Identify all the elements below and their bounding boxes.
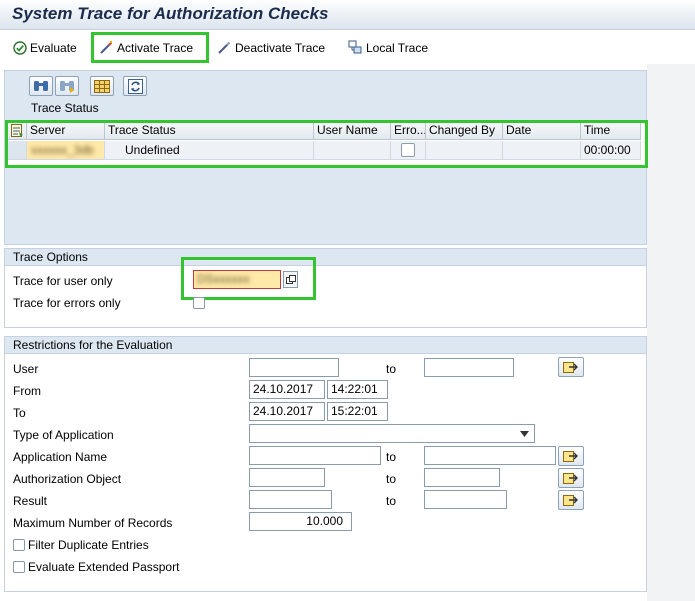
application-name-to-label: to <box>386 450 397 464</box>
result-from-input[interactable] <box>249 490 332 509</box>
from-time-input[interactable]: 14:22:01 <box>327 380 388 399</box>
type-of-application-label: Type of Application <box>13 428 114 442</box>
evaluate-button[interactable]: Evaluate <box>8 35 82 60</box>
trace-errors-only-label: Trace for errors only <box>13 296 121 310</box>
trace-errors-only-checkbox[interactable] <box>193 297 205 309</box>
application-name-label: Application Name <box>13 450 108 464</box>
refresh-button[interactable] <box>123 76 147 96</box>
authorization-object-label: Authorization Object <box>13 472 122 486</box>
chevron-down-icon <box>520 431 529 437</box>
from-date-input[interactable]: 24.10.2017 <box>249 380 325 399</box>
magic-wand-icon <box>100 40 113 54</box>
user-to-label: to <box>386 362 397 376</box>
authorization-object-to-label: to <box>386 472 397 486</box>
application-name-from-input[interactable] <box>249 446 381 465</box>
wand-off-icon <box>218 41 231 54</box>
activate-trace-label: Activate Trace <box>117 40 194 55</box>
find-next-button[interactable] <box>55 76 79 96</box>
arrow-right-icon <box>563 362 578 373</box>
layout-button[interactable] <box>90 76 114 96</box>
to-date-input[interactable]: 24.10.2017 <box>249 402 325 421</box>
user-to-input[interactable] <box>424 358 514 377</box>
restrictions-title: Restrictions for the Evaluation <box>5 337 646 354</box>
table-layout-icon <box>94 79 110 93</box>
application-name-multiple-selection-button[interactable] <box>558 446 584 466</box>
application-name-to-input[interactable] <box>424 446 556 465</box>
authorization-object-from-input[interactable] <box>249 468 325 487</box>
user-from-input[interactable] <box>249 358 339 377</box>
user-label: User <box>13 362 39 376</box>
max-records-input[interactable]: 10.000 <box>249 512 352 531</box>
page-title: System Trace for Authorization Checks <box>12 4 329 23</box>
authorization-object-to-input[interactable] <box>424 468 500 487</box>
binoculars-icon <box>34 81 48 91</box>
user-field-highlight <box>181 257 316 300</box>
local-trace-button[interactable]: Local Trace <box>343 35 433 60</box>
from-label: From <box>13 384 41 398</box>
arrow-right-icon <box>563 495 578 506</box>
trace-user-only-label: Trace for user only <box>13 274 113 288</box>
filter-duplicate-label: Filter Duplicate Entries <box>28 538 149 552</box>
binoculars-next-icon <box>60 81 74 93</box>
filter-duplicate-checkbox[interactable] <box>13 539 25 551</box>
to-time-input[interactable]: 15:22:01 <box>327 402 388 421</box>
result-label: Result <box>13 494 48 508</box>
user-multiple-selection-button[interactable] <box>558 357 584 377</box>
grid-highlight <box>5 120 648 168</box>
refresh-icon <box>127 78 143 94</box>
local-trace-icon <box>348 40 362 54</box>
deactivate-trace-label: Deactivate Trace <box>235 40 326 55</box>
result-multiple-selection-button[interactable] <box>558 490 584 510</box>
max-records-label: Maximum Number of Records <box>13 516 173 530</box>
local-trace-label: Local Trace <box>366 40 429 55</box>
evaluate-extended-passport-label: Evaluate Extended Passport <box>28 560 180 574</box>
activate-trace-button[interactable]: Activate Trace <box>91 32 209 63</box>
arrow-right-icon <box>563 473 578 484</box>
find-button[interactable] <box>29 76 53 96</box>
trace-options-title: Trace Options <box>5 249 646 266</box>
arrow-right-icon <box>563 451 578 462</box>
evaluate-extended-passport-checkbox[interactable] <box>13 561 25 573</box>
result-to-input[interactable] <box>424 490 507 509</box>
trace-options-section: Trace Options <box>4 248 647 328</box>
to-label: To <box>13 406 26 420</box>
evaluate-label: Evaluate <box>30 40 77 55</box>
trace-status-title: Trace Status <box>31 101 99 115</box>
type-of-application-select[interactable] <box>249 424 535 443</box>
authorization-object-multiple-selection-button[interactable] <box>558 468 584 488</box>
result-to-label: to <box>386 494 397 508</box>
evaluate-icon <box>13 40 27 55</box>
right-margin <box>647 64 695 601</box>
deactivate-trace-button[interactable]: Deactivate Trace <box>212 35 330 60</box>
